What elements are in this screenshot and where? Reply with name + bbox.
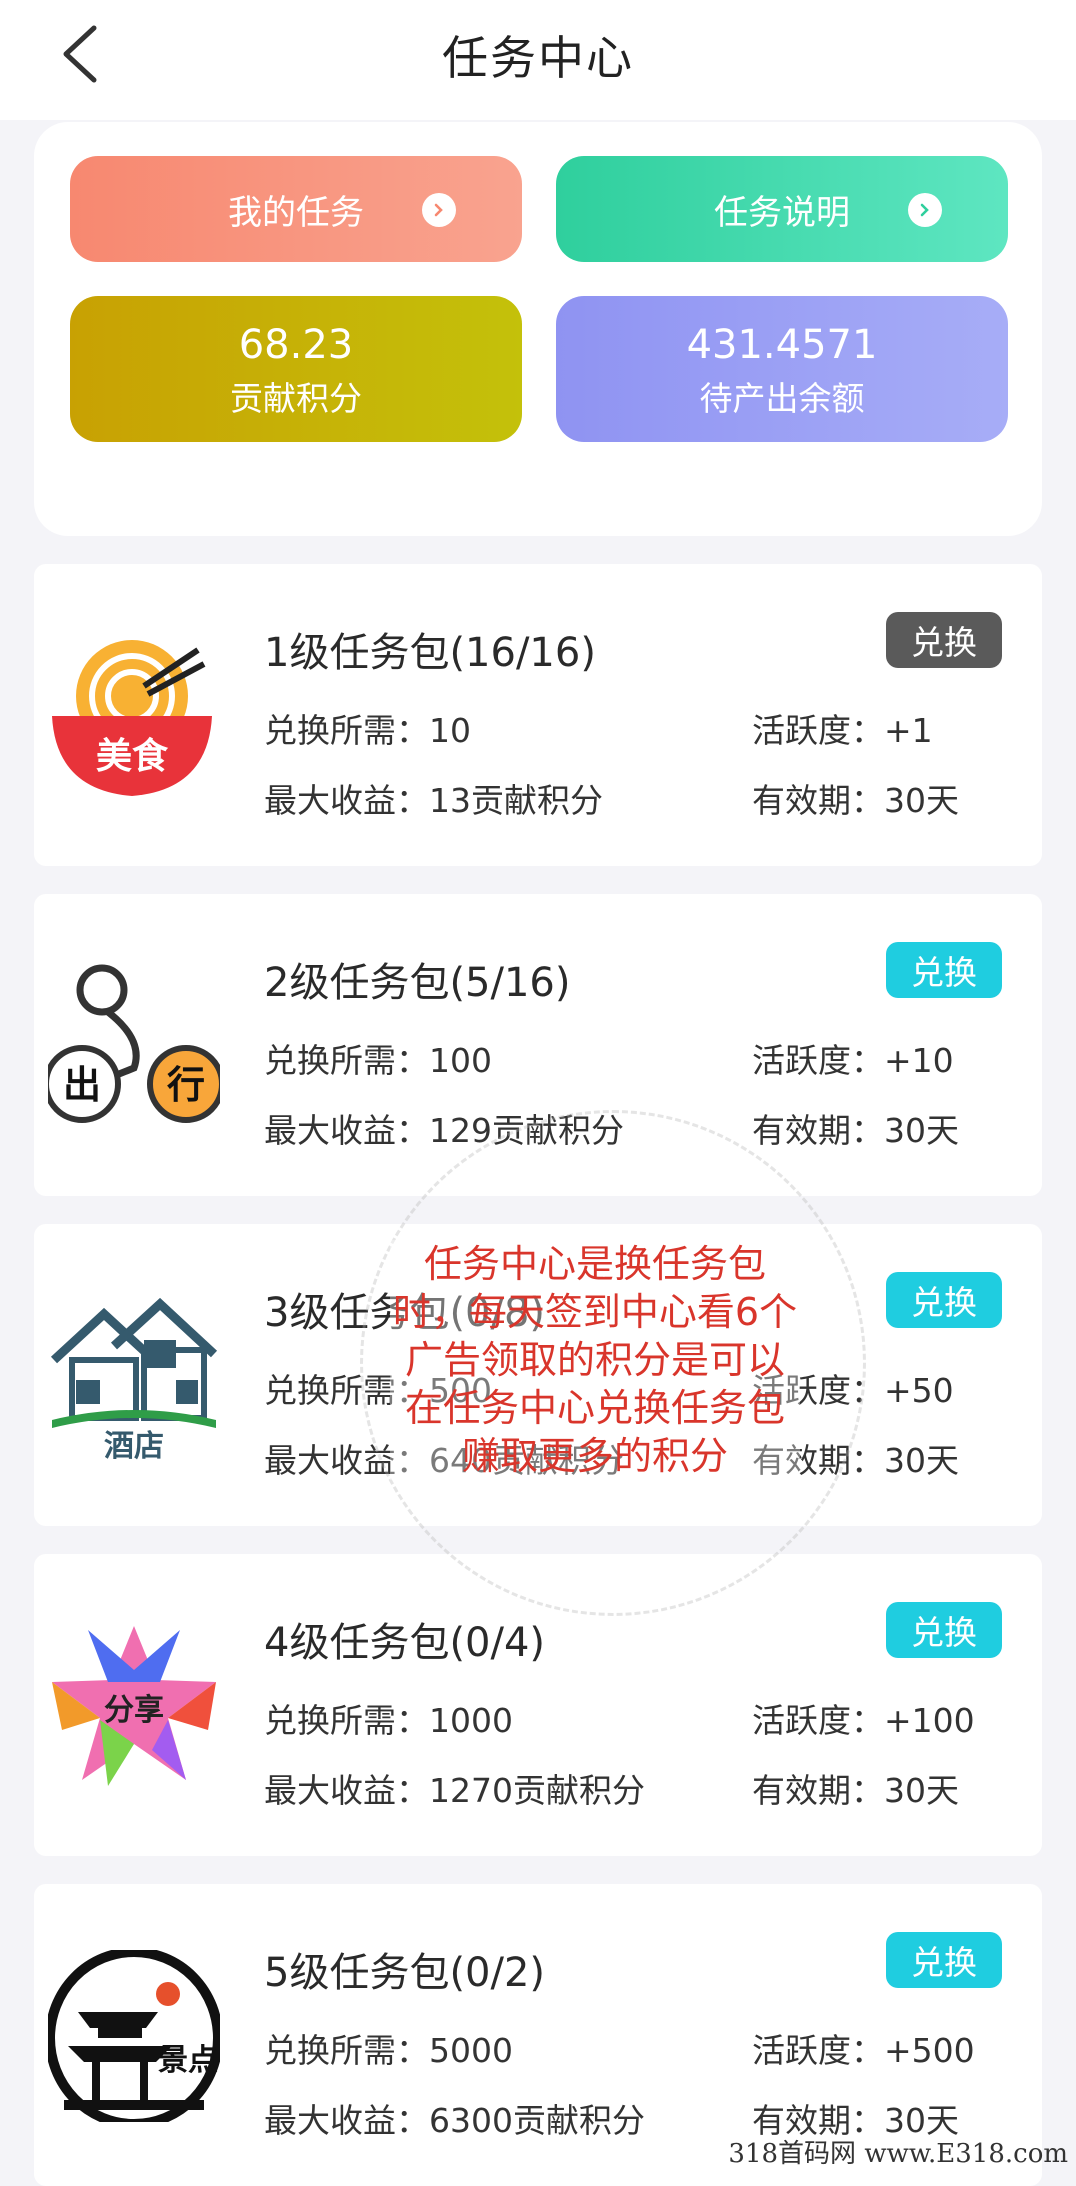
exchange-cost: 兑换所需：100 (264, 1041, 492, 1080)
exchange-cost: 兑换所需：5000 (264, 2031, 513, 2070)
share-logo-icon: 分享 (52, 1626, 216, 1786)
contribution-points-label: 贡献积分 (230, 379, 362, 418)
validity-period: 有效期：30天 (752, 1771, 959, 1810)
activity-value: 活跃度：+1 (752, 711, 933, 750)
my-tasks-button[interactable]: 我的任务 (70, 156, 522, 262)
svg-text:美食: 美食 (96, 736, 169, 777)
svg-text:景点: 景点 (158, 2043, 218, 2078)
svg-text:行: 行 (167, 1063, 205, 1107)
activity-value: 活跃度：+100 (752, 1701, 975, 1740)
exchange-button[interactable]: 兑换 (886, 1932, 1002, 1988)
max-earnings: 最大收益：13贡献积分 (264, 781, 603, 820)
max-earnings: 最大收益：129贡献积分 (264, 1111, 624, 1150)
pending-balance-label: 待产出余额 (699, 379, 865, 418)
chevron-right-icon (908, 193, 942, 227)
top-header: 任务中心 (0, 0, 1076, 120)
activity-value: 活跃度：+500 (752, 2031, 975, 2070)
task-package-card: 出 行 2级任务包(5/16) 兑换 兑换所需：100 活跃度：+10 最大收益… (34, 894, 1042, 1196)
max-earnings: 最大收益：1270贡献积分 (264, 1771, 645, 1810)
contribution-points-value: 68.23 (238, 322, 354, 368)
package-title: 5级任务包(0/2) (264, 1950, 546, 1996)
validity-period: 有效期：30天 (752, 781, 959, 820)
package-title: 4级任务包(0/4) (264, 1620, 546, 1666)
travel-logo-icon: 出 行 (48, 964, 220, 1123)
svg-text:出: 出 (63, 1063, 101, 1107)
svg-text:酒店: 酒店 (104, 1429, 164, 1462)
scenic-spot-logo-icon: 景点 (48, 1950, 220, 2122)
task-description-label: 任务说明 (714, 192, 850, 233)
pending-balance-stat: 431.4571 待产出余额 (556, 296, 1008, 442)
contribution-points-stat: 68.23 贡献积分 (70, 296, 522, 442)
task-package-card: 分享 4级任务包(0/4) 兑换 兑换所需：1000 活跃度：+100 最大收益… (34, 1554, 1042, 1856)
chevron-right-icon (422, 193, 456, 227)
activity-value: 活跃度：+10 (752, 1041, 954, 1080)
exchange-cost: 兑换所需：1000 (264, 1701, 513, 1740)
exchange-button[interactable]: 兑换 (886, 1602, 1002, 1658)
my-tasks-label: 我的任务 (228, 192, 364, 233)
pending-balance-value: 431.4571 (686, 322, 878, 368)
exchange-button[interactable]: 兑换 (886, 942, 1002, 998)
summary-card: 我的任务 任务说明 68.23 贡献积分 431.4571 待产出余额 (34, 122, 1042, 536)
hotel-logo-icon: 酒店 (50, 1297, 218, 1462)
package-title: 1级任务包(16/16) (264, 630, 596, 676)
exchange-button[interactable]: 兑换 (886, 612, 1002, 668)
max-earnings: 最大收益：6300贡献积分 (264, 2101, 645, 2140)
food-logo-icon: 美食 (52, 640, 212, 796)
task-package-card: 美食 1级任务包(16/16) 兑换 兑换所需：10 活跃度：+1 最大收益：1… (34, 564, 1042, 866)
package-title: 2级任务包(5/16) (264, 960, 571, 1006)
exchange-cost: 兑换所需：10 (264, 711, 471, 750)
svg-text:分享: 分享 (104, 1693, 164, 1728)
overlay-annotation-text: 任务中心是换任务包时，每天签到中心看6个广告领取的积分是可以在任务中心兑换任务包… (390, 1240, 800, 1480)
task-description-button[interactable]: 任务说明 (556, 156, 1008, 262)
validity-period: 有效期：30天 (752, 1111, 959, 1150)
site-watermark-text: 318首码网 www.E318.com (728, 2139, 1068, 2169)
exchange-button[interactable]: 兑换 (886, 1272, 1002, 1328)
page-title: 任务中心 (442, 31, 634, 85)
